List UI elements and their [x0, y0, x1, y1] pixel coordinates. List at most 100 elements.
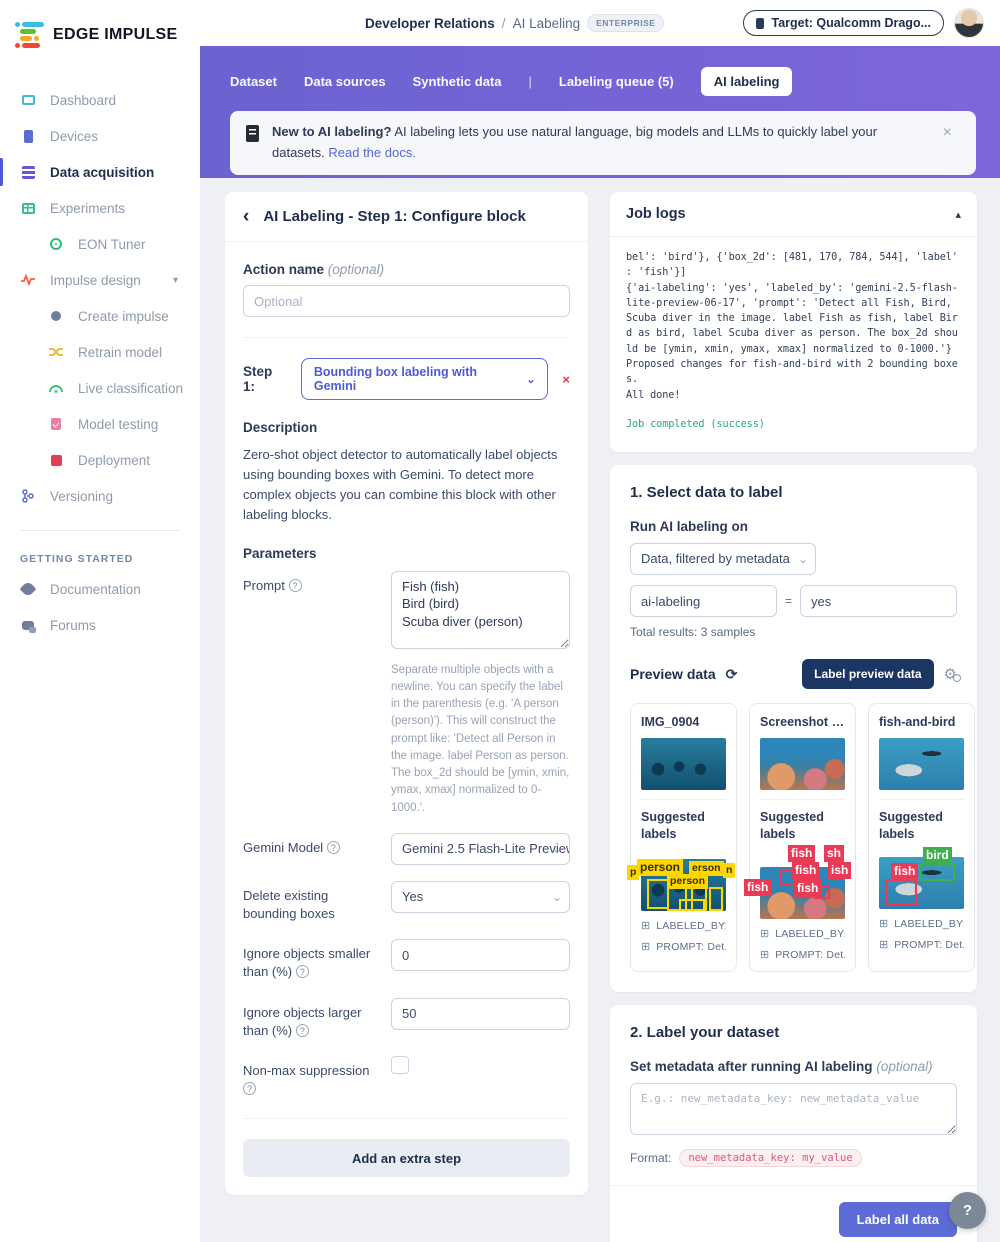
read-docs-link[interactable]: Read the docs.: [328, 145, 415, 160]
format-code-chip: new_metadata_key: my_value: [679, 1149, 862, 1168]
label-tag: n: [723, 863, 736, 879]
ignore-smaller-row: Ignore objects smaller than (%) ?: [243, 939, 570, 981]
prompt-row: Prompt ? Fish (fish) Bird (bird) Scuba d…: [243, 570, 570, 817]
divider: [879, 799, 964, 801]
table-icon: ⊞: [879, 918, 889, 931]
avatar[interactable]: [954, 8, 984, 38]
total-results: Total results: 3 samples: [630, 625, 756, 640]
table-icon: ⊞: [760, 928, 770, 941]
nms-checkbox[interactable]: [391, 1055, 409, 1074]
label-all-data-button[interactable]: Label all data: [838, 1202, 957, 1238]
ignore-smaller-input[interactable]: [391, 939, 570, 972]
page-title: AI Labeling - Step 1: Configure block: [263, 208, 526, 225]
sidebar-item-devices[interactable]: Devices: [0, 118, 200, 154]
tab-ai-labeling[interactable]: AI labeling: [700, 67, 793, 96]
prompt-textarea[interactable]: Fish (fish) Bird (bird) Scuba diver (per…: [391, 570, 570, 649]
action-name-input[interactable]: [243, 285, 570, 317]
enterprise-badge: ENTERPRISE: [587, 14, 665, 32]
step-row: Step 1: Bounding box labeling with Gemin…: [243, 358, 570, 400]
sidebar-item-label: Impulse design: [50, 272, 141, 288]
metadata-text: PROMPT: Det...: [656, 940, 726, 953]
sidebar-item-label: Documentation: [50, 581, 141, 597]
set-metadata-textarea[interactable]: [630, 1083, 957, 1136]
delete-existing-control: Yes ⌄: [391, 880, 570, 923]
sidebar-item-dashboard[interactable]: Dashboard: [0, 82, 200, 118]
sample-card-screenshot[interactable]: Screenshot 20... Suggested labels fish s…: [744, 703, 856, 973]
sidebar-item-live-classification[interactable]: Live classification: [0, 370, 200, 406]
help-icon[interactable]: ?: [295, 1023, 309, 1037]
sidebar-item-label: Experiments: [50, 200, 126, 216]
grid-icon: [20, 202, 36, 214]
chip-icon: [756, 17, 765, 29]
job-logs-output: bel': 'bird'}, {'box_2d': [481, 170, 784…: [610, 237, 977, 452]
tab-synthetic-data[interactable]: Synthetic data: [413, 74, 502, 89]
gemini-model-row: Gemini Model ? Gemini 2.5 Flash-Lite Pre…: [243, 832, 570, 865]
breadcrumb-project[interactable]: Developer Relations: [365, 16, 495, 31]
tab-data-sources[interactable]: Data sources: [304, 74, 386, 89]
sidebar-item-deployment[interactable]: Deployment: [0, 442, 200, 478]
collapse-icon[interactable]: ▴: [955, 208, 961, 221]
sidebar-item-experiments[interactable]: Experiments: [0, 190, 200, 226]
tab-labeling-queue[interactable]: Labeling queue (5): [559, 74, 674, 89]
banner-text: New to AI labeling? AI labeling lets you…: [272, 122, 924, 164]
ignore-larger-input[interactable]: [391, 997, 570, 1030]
equals-sign: =: [785, 594, 793, 609]
back-icon[interactable]: ‹: [243, 207, 249, 226]
database-icon: [20, 165, 36, 179]
help-icon[interactable]: ?: [295, 965, 309, 979]
sidebar-item-eon-tuner[interactable]: EON Tuner: [0, 226, 200, 262]
help-icon[interactable]: ?: [326, 840, 340, 854]
chevron-down-icon[interactable]: ▾: [173, 275, 178, 286]
suggested-labels-title: Suggested labels: [879, 810, 943, 842]
job-logs-title: Job logs: [626, 206, 686, 222]
target-device-button[interactable]: Target: Qualcomm Drago...: [743, 10, 944, 36]
sidebar-item-label: EON Tuner: [78, 236, 146, 252]
sample-card-img-0904[interactable]: IMG_0904 Suggested labels p person erson…: [627, 703, 737, 973]
close-icon[interactable]: ×: [937, 122, 958, 144]
step-type-dropdown[interactable]: Bounding box labeling with Gemini ⌄: [300, 358, 549, 400]
delete-existing-select[interactable]: Yes ⌄: [391, 880, 570, 913]
sample-card-fish-and-bird[interactable]: fish-and-bird Suggested labels bird fish…: [868, 703, 975, 973]
metadata-key-input[interactable]: [630, 585, 777, 618]
data-filter-select[interactable]: Data, filtered by metadata ⌄: [630, 543, 816, 576]
edge-impulse-logo[interactable]: EDGE IMPULSE: [0, 14, 200, 56]
table-icon: ⊞: [641, 941, 651, 954]
sidebar-item-label: Dashboard: [50, 92, 117, 108]
metadata-text: LABELED_BY: g...: [894, 917, 964, 930]
chevron-down-icon: ⌄: [551, 889, 562, 904]
sidebar-item-model-testing[interactable]: Model testing: [0, 406, 200, 442]
sidebar-item-documentation[interactable]: Documentation: [0, 571, 200, 607]
sidebar-item-retrain-model[interactable]: Retrain model: [0, 334, 200, 370]
info-banner: New to AI labeling? AI labeling lets you…: [230, 111, 976, 175]
metadata-row: ⊞ LABELED_BY: g...: [641, 919, 726, 933]
bounding-box: [647, 879, 669, 910]
gear-preview-icon[interactable]: ⚙: [944, 665, 962, 683]
metadata-value-input[interactable]: [800, 585, 957, 618]
delete-existing-row: Delete existing bounding boxes Yes ⌄: [243, 880, 570, 923]
section-nav-hero: Dataset Data sources Synthetic data | La…: [200, 46, 1000, 178]
label-dataset-title: 2. Label your dataset: [630, 1024, 780, 1042]
nms-row: Non-max suppression ?: [243, 1055, 570, 1098]
sidebar-item-label: Live classification: [78, 380, 184, 396]
tab-dataset[interactable]: Dataset: [230, 74, 277, 89]
sidebar-item-data-acquisition[interactable]: Data acquisition: [0, 154, 200, 190]
sidebar-item-versioning[interactable]: Versioning: [0, 478, 200, 514]
sidebar-item-forums[interactable]: Forums: [0, 607, 200, 643]
help-icon[interactable]: ?: [288, 578, 302, 592]
gemini-model-select[interactable]: Gemini 2.5 Flash-Lite Preview ⌄: [391, 832, 570, 865]
refresh-icon[interactable]: ⟳: [726, 666, 738, 683]
sample-thumbnail: [641, 738, 726, 791]
sidebar-item-create-impulse[interactable]: Create impulse: [0, 298, 200, 334]
sample-thumbnail: [879, 738, 964, 791]
sidebar-item-impulse-design[interactable]: Impulse design ▾: [0, 262, 200, 298]
label-preview-data-button[interactable]: Label preview data: [802, 659, 934, 690]
preview-cards-row: IMG_0904 Suggested labels p person erson…: [627, 703, 975, 973]
add-extra-step-button[interactable]: Add an extra step: [243, 1139, 570, 1178]
rocket-icon: [19, 580, 37, 598]
gauge-icon: [48, 383, 64, 393]
remove-step-icon[interactable]: ×: [562, 372, 570, 387]
help-icon[interactable]: ?: [243, 1082, 256, 1096]
label-tag: sh: [824, 845, 845, 863]
help-button[interactable]: ?: [949, 1192, 986, 1229]
format-row: Format: new_metadata_key: my_value: [630, 1149, 957, 1168]
